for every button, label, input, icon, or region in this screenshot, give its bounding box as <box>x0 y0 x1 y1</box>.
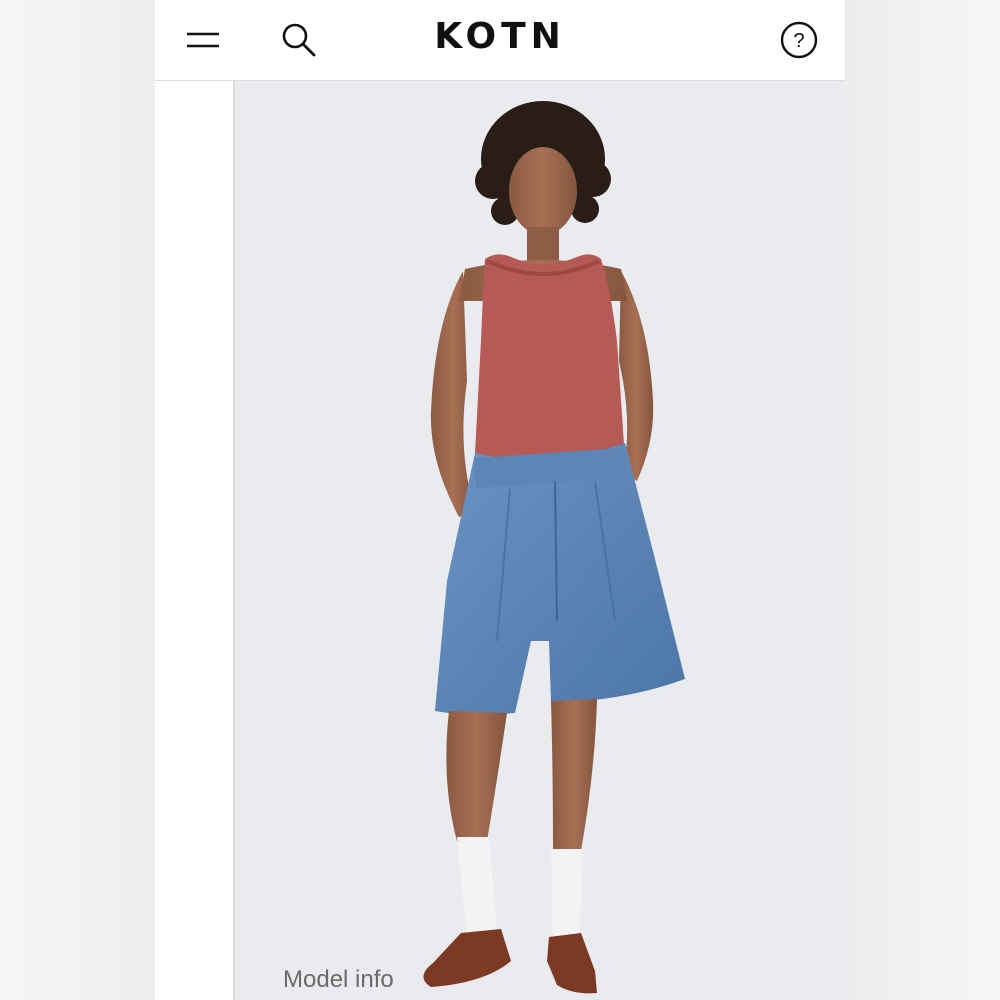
left-sock <box>457 837 497 939</box>
brand-logo[interactable]: KOTN <box>155 12 845 62</box>
help-button[interactable]: ? <box>771 12 827 68</box>
left-arm <box>430 271 475 517</box>
help-icon: ? <box>780 21 818 59</box>
face <box>509 147 577 235</box>
site-header: KOTN ? <box>155 0 845 81</box>
left-loafer <box>423 929 511 987</box>
model-info-link[interactable]: Model info <box>283 966 394 994</box>
product-photo[interactable]: Model info <box>235 81 845 1000</box>
backdrop-left <box>0 0 155 1000</box>
gallery-side-strip <box>155 81 235 1000</box>
left-leg <box>446 711 507 841</box>
backdrop-right <box>845 0 1000 1000</box>
right-loafer <box>547 933 597 994</box>
svg-text:?: ? <box>793 30 804 52</box>
neck <box>527 227 559 261</box>
tank-top <box>475 254 625 465</box>
right-sock <box>551 849 583 941</box>
model-illustration <box>423 101 685 994</box>
mobile-viewport: KOTN ? Model info <box>155 0 845 1000</box>
right-leg <box>551 699 597 851</box>
denim-shorts <box>435 443 685 715</box>
